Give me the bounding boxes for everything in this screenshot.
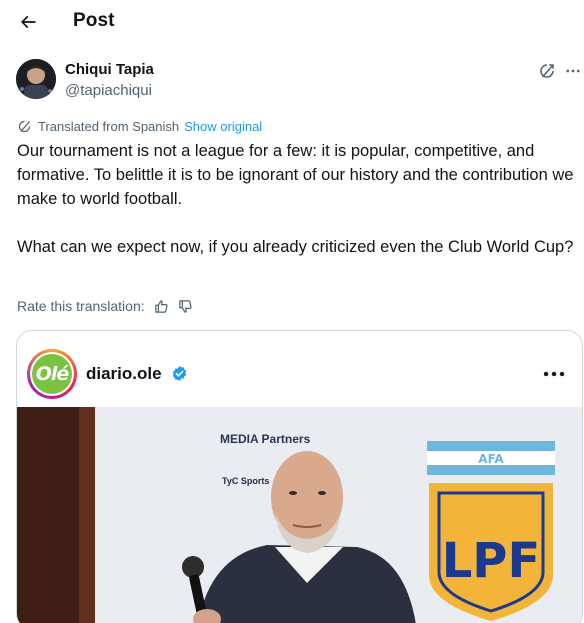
arrow-left-icon (20, 15, 36, 29)
grok-button[interactable] (536, 60, 558, 82)
embedded-post-header: Olé diario.ole (17, 331, 582, 407)
thumb-down-button[interactable] (177, 297, 195, 315)
lpf-text: LPF (442, 533, 541, 589)
top-bar: Post (0, 0, 584, 44)
more-horizontal-icon (566, 69, 580, 73)
verified-badge-icon (172, 366, 187, 381)
thumb-up-icon (155, 299, 168, 313)
ole-logo[interactable]: Olé (27, 349, 77, 399)
tweet-paragraph-2: What can we expect now, if you already c… (17, 238, 574, 256)
translate-icon (17, 118, 33, 134)
ole-logo-text: Olé (32, 354, 72, 394)
thumb-up-button[interactable] (153, 297, 171, 315)
back-button[interactable] (14, 8, 42, 36)
translated-label: Translated from Spanish (38, 118, 180, 134)
embedded-more-button[interactable] (541, 364, 567, 384)
afa-text: AFA (478, 452, 504, 466)
avatar[interactable] (16, 59, 56, 99)
rate-translation-label: Rate this translation: (17, 298, 145, 314)
tweet-paragraph-1: Our tournament is not a league for a few… (17, 142, 574, 208)
thumb-down-icon (179, 299, 192, 313)
embedded-account-name[interactable]: diario.ole (86, 364, 162, 384)
more-options-button[interactable] (562, 60, 584, 82)
page-title: Post (73, 10, 115, 31)
more-horizontal-icon (543, 371, 565, 377)
grok-icon (540, 64, 554, 78)
show-original-link[interactable]: Show original (184, 119, 262, 134)
author-display-name[interactable]: Chiqui Tapia (65, 61, 154, 78)
translation-note: Translated from Spanish Show original (17, 117, 262, 135)
tweet-text: Our tournament is not a league for a few… (17, 139, 577, 259)
author-handle[interactable]: @tapiachiqui (65, 82, 152, 99)
embedded-post-image[interactable]: MEDIA Partners TyC Sports AFA LPF (17, 407, 582, 623)
rate-translation-row: Rate this translation: (17, 296, 195, 316)
media-partners-text: MEDIA Partners (220, 432, 311, 446)
sponsor-text: TyC Sports (222, 476, 269, 486)
embedded-post-card[interactable]: Olé diario.ole MEDIA Partners TyC Sports (16, 330, 583, 623)
